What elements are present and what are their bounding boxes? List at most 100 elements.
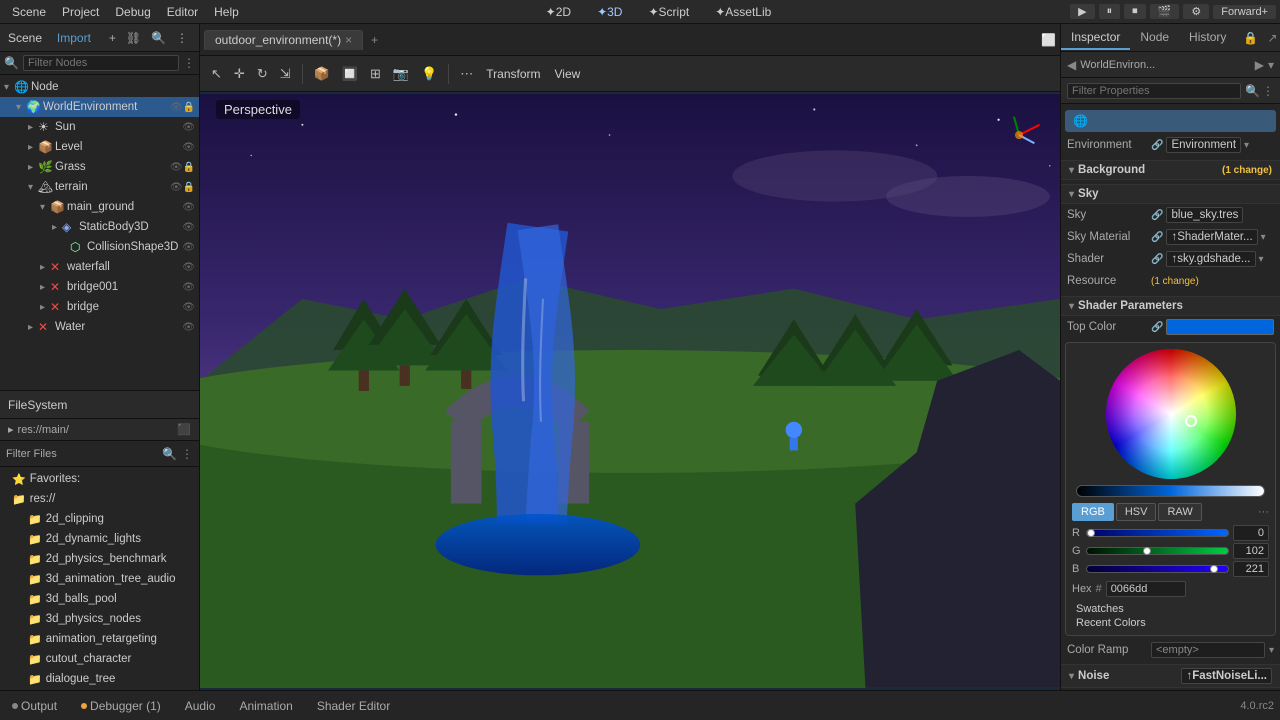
- color-wheel-svg[interactable]: [1106, 349, 1236, 479]
- visibility-icon[interactable]: 👁: [170, 102, 183, 113]
- tree-worldenvironment[interactable]: ▾ 🌍 WorldEnvironment 👁 🔒: [0, 97, 199, 117]
- menu-project[interactable]: Project: [54, 3, 107, 21]
- g-slider[interactable]: [1086, 547, 1229, 555]
- fs-2d-dynamic[interactable]: 📁 2d_dynamic_lights: [0, 529, 199, 549]
- filter-files-icon[interactable]: 🔍: [162, 447, 177, 461]
- tree-water[interactable]: ▸ ✕ Water 👁: [0, 317, 199, 337]
- filter-props-icon[interactable]: 🔍: [1245, 84, 1260, 98]
- sky-material-val[interactable]: ↑ShaderMater...: [1166, 229, 1257, 245]
- fs-dialogue[interactable]: 📁 dialogue_tree: [0, 669, 199, 689]
- env-val-text[interactable]: Environment: [1166, 137, 1241, 153]
- color-ramp-dropdown[interactable]: ▾: [1269, 645, 1274, 656]
- audio-tab[interactable]: Audio: [179, 697, 222, 715]
- viewport-tab-main[interactable]: outdoor_environment(*) ×: [204, 30, 363, 50]
- fs-2d-clipping[interactable]: 📁 2d_clipping: [0, 509, 199, 529]
- skymat-dropdown[interactable]: ▾: [1261, 232, 1266, 243]
- select-tool[interactable]: ↖: [206, 63, 227, 85]
- visibility-icon[interactable]: 👁: [182, 242, 195, 253]
- add-node-icon[interactable]: +: [106, 30, 119, 46]
- tab-node[interactable]: Node: [1130, 26, 1179, 50]
- b-value-input[interactable]: [1233, 561, 1269, 577]
- fs-3d-physics[interactable]: 📁 3d_physics_nodes: [0, 609, 199, 629]
- visibility-icon[interactable]: 👁: [182, 262, 195, 273]
- noise-section[interactable]: ▾ Noise ↑FastNoiseLi...: [1061, 664, 1280, 688]
- debugger-tab[interactable]: Debugger (1): [75, 697, 167, 715]
- mode-assetlib[interactable]: ✦AssetLib: [709, 3, 777, 21]
- light-tool[interactable]: 💡: [416, 63, 442, 85]
- mode-script[interactable]: ✦Script: [642, 3, 695, 21]
- background-section[interactable]: ▾ Background (1 change): [1061, 160, 1280, 180]
- fs-3d-animation[interactable]: 📁 3d_animation_tree_audio: [0, 569, 199, 589]
- fs-res[interactable]: 📁 res://: [0, 489, 199, 509]
- menu-editor[interactable]: Editor: [159, 3, 206, 21]
- shader-dropdown[interactable]: ▾: [1259, 254, 1264, 265]
- view-label[interactable]: View: [549, 67, 587, 81]
- perspective-label[interactable]: Perspective: [216, 100, 300, 119]
- tree-bridge[interactable]: ▸ ✕ bridge 👁: [0, 297, 199, 317]
- tree-level[interactable]: ▸ 📦 Level 👁: [0, 137, 199, 157]
- more-icon[interactable]: ⋮: [173, 30, 191, 46]
- filter-more-icon[interactable]: ⋮: [183, 56, 195, 70]
- color-more-btn[interactable]: ···: [1258, 506, 1269, 518]
- b-slider[interactable]: [1086, 565, 1229, 573]
- tab-close-btn[interactable]: ×: [345, 33, 352, 47]
- visibility-icon[interactable]: 👁: [182, 122, 195, 133]
- move-tool[interactable]: ✛: [229, 63, 250, 85]
- tree-sun[interactable]: ▸ ☀ Sun 👁: [0, 117, 199, 137]
- fs-animation[interactable]: 📁 animation_retargeting: [0, 629, 199, 649]
- sky-section[interactable]: ▾ Sky: [1061, 184, 1280, 204]
- viewport-3d[interactable]: Perspective: [200, 92, 1060, 690]
- shader-editor-tab[interactable]: Shader Editor: [311, 697, 396, 715]
- shader-params-section[interactable]: ▾ Shader Parameters: [1061, 296, 1280, 316]
- menu-debug[interactable]: Debug: [107, 3, 158, 21]
- filter-more-icon[interactable]: ⋮: [181, 447, 193, 461]
- rgb-mode-btn[interactable]: RGB: [1072, 503, 1114, 521]
- mode-2d[interactable]: ✦2D: [540, 3, 577, 21]
- local-tool[interactable]: 📦: [309, 63, 335, 85]
- tab-inspector[interactable]: Inspector: [1061, 26, 1130, 50]
- color-ramp-val[interactable]: <empty>: [1151, 642, 1265, 658]
- hsv-mode-btn[interactable]: HSV: [1116, 503, 1157, 521]
- grid-tool[interactable]: ⊞: [365, 63, 386, 85]
- r-value-input[interactable]: [1233, 525, 1269, 541]
- filter-more-icon[interactable]: ⋮: [1262, 84, 1274, 98]
- snap-tool[interactable]: 🔲: [337, 63, 363, 85]
- sky-val[interactable]: blue_sky.tres: [1166, 207, 1243, 223]
- hex-input[interactable]: [1106, 581, 1186, 597]
- path-down-icon[interactable]: ▾: [1268, 58, 1274, 72]
- fs-3d-balls[interactable]: 📁 3d_balls_pool: [0, 589, 199, 609]
- output-tab[interactable]: Output: [6, 697, 63, 715]
- camera-tool[interactable]: 📷: [388, 63, 414, 85]
- path-back-icon[interactable]: ◀: [1067, 58, 1076, 72]
- shader-val[interactable]: ↑sky.gdshade...: [1166, 251, 1255, 267]
- scale-tool[interactable]: ⇲: [275, 63, 296, 85]
- visibility-icon[interactable]: 👁: [170, 182, 183, 193]
- insp-icon-open[interactable]: ↗: [1264, 30, 1280, 46]
- color-wheel-container[interactable]: [1106, 349, 1236, 479]
- filter-nodes-input[interactable]: [23, 55, 179, 71]
- top-color-swatch[interactable]: [1166, 319, 1274, 335]
- panel-toggle-icon[interactable]: ⬜: [1041, 33, 1056, 47]
- lock-icon[interactable]: 🔒: [183, 162, 195, 173]
- raw-mode-btn[interactable]: RAW: [1158, 503, 1201, 521]
- visibility-icon[interactable]: 👁: [182, 202, 195, 213]
- visibility-icon[interactable]: 👁: [182, 322, 195, 333]
- add-tab-btn[interactable]: +: [365, 31, 384, 49]
- settings-btn[interactable]: ⚙: [1183, 4, 1209, 19]
- fs-favorites[interactable]: ⭐ Favorites:: [0, 469, 199, 489]
- visibility-icon[interactable]: 👁: [182, 142, 195, 153]
- filter-props-input[interactable]: [1067, 83, 1241, 99]
- animation-tab[interactable]: Animation: [233, 697, 298, 715]
- visibility-icon[interactable]: 👁: [170, 162, 183, 173]
- pause-btn[interactable]: ⏸: [1099, 4, 1121, 19]
- tree-node[interactable]: ▾ 🌐 Node: [0, 77, 199, 97]
- visibility-icon[interactable]: 👁: [182, 282, 195, 293]
- stop-btn[interactable]: ⏹: [1124, 4, 1146, 19]
- lock-icon[interactable]: 🔒: [183, 102, 195, 113]
- tree-terrain[interactable]: ▾ 🏔 terrain 👁 🔒: [0, 177, 199, 197]
- rotate-tool[interactable]: ↻: [252, 63, 273, 85]
- tree-main-ground[interactable]: ▾ 📦 main_ground 👁: [0, 197, 199, 217]
- mode-3d[interactable]: ✦3D: [591, 3, 628, 21]
- transform-label[interactable]: Transform: [480, 67, 546, 81]
- tree-bridge001[interactable]: ▸ ✕ bridge001 👁: [0, 277, 199, 297]
